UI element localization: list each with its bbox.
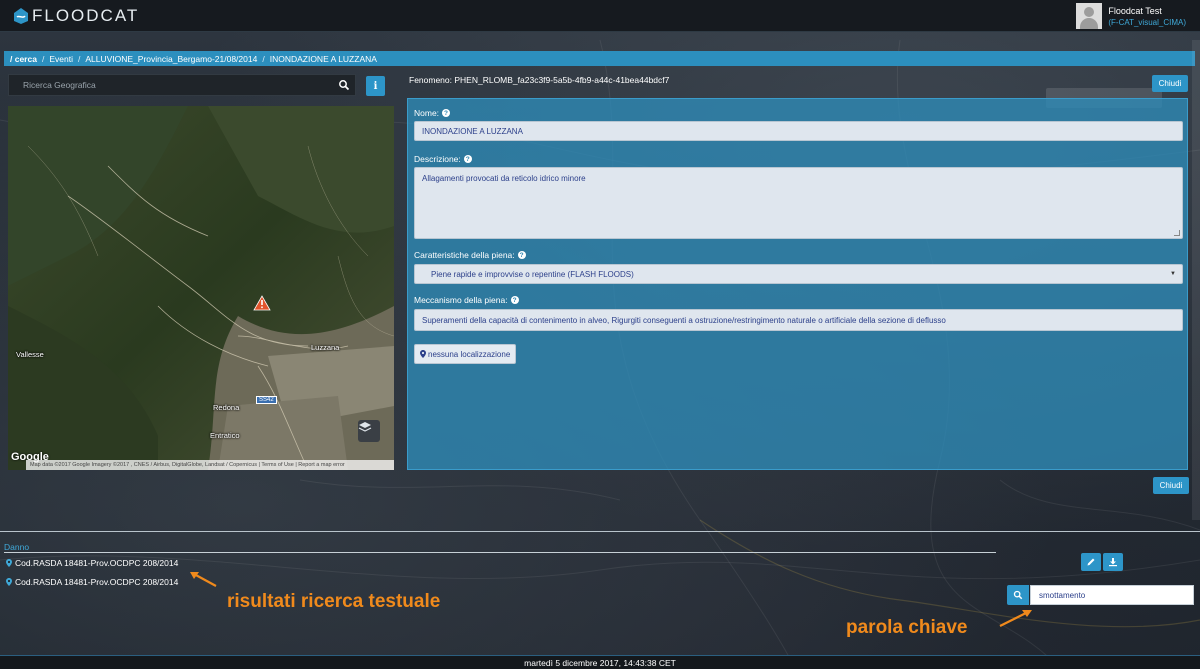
- search-icon[interactable]: [338, 79, 350, 91]
- close-button-top[interactable]: Chiudi: [1152, 75, 1188, 92]
- floodcat-logo-icon: [14, 8, 28, 24]
- breadcrumb-separator: /: [262, 53, 265, 64]
- user-menu[interactable]: Floodcat Test (F-CAT_visual_CIMA): [1076, 3, 1186, 29]
- annotation-arrow-icon: [190, 572, 217, 587]
- caratteristiche-value: Piene rapide e improvvise o repentine (F…: [431, 269, 634, 279]
- keyword-input[interactable]: smottamento: [1030, 585, 1194, 605]
- info-icon: i: [373, 80, 378, 92]
- annotation-keyword: parola chiave: [846, 617, 968, 638]
- fenomeno-id: Fenomeno: PHEN_RLOMB_fa23c3f9-5a5b-4fb9-…: [409, 75, 670, 85]
- nome-label-text: Nome:: [414, 108, 440, 118]
- danno-tab[interactable]: Danno: [4, 542, 29, 552]
- keyword-search-button[interactable]: [1007, 585, 1029, 605]
- help-icon[interactable]: ?: [517, 251, 526, 259]
- logo-text: FLOODCAT: [32, 6, 140, 25]
- caret-down-icon: ▼: [1170, 271, 1176, 277]
- pencil-icon: [1087, 558, 1095, 566]
- caratteristiche-label: Caratteristiche della piena: ?: [414, 250, 526, 260]
- meccanismo-value: Superamenti della capacità di contenimen…: [422, 315, 946, 325]
- caratteristiche-label-text: Caratteristiche della piena:: [414, 250, 515, 260]
- map-imagery: [8, 106, 394, 470]
- localizzazione-label: nessuna localizzazione: [428, 349, 511, 359]
- localizzazione-button[interactable]: nessuna localizzazione: [414, 344, 517, 364]
- user-name: Floodcat Test: [1108, 6, 1162, 16]
- list-item[interactable]: Cod.RASDA 18481-Prov.OCDPC 208/2014: [6, 577, 178, 587]
- section-divider: [0, 531, 1200, 532]
- nome-value: INONDAZIONE A LUZZANA: [422, 126, 523, 136]
- search-icon: [1013, 590, 1023, 600]
- avatar[interactable]: [1076, 3, 1103, 29]
- meccanismo-label-text: Meccanismo della piena:: [414, 295, 508, 305]
- nome-field[interactable]: INONDAZIONE A LUZZANA: [414, 121, 1183, 141]
- satellite-map[interactable]: Vallesse Luzzana Redona Entratico SS42 G…: [8, 106, 394, 470]
- meccanismo-label: Meccanismo della piena: ?: [414, 295, 519, 305]
- map-panel: Ricerca Geografica i Vallesse Luzzana Re…: [8, 74, 394, 470]
- breadcrumb-event[interactable]: ALLUVIONE_Provincia_Bergamo-21/08/2014: [85, 54, 257, 64]
- danno-underline: [4, 552, 996, 553]
- map-label-redona: Redona: [213, 403, 240, 412]
- road-shield: SS42: [256, 396, 277, 404]
- geo-search-placeholder: Ricerca Geografica: [23, 80, 96, 90]
- result-label: Cod.RASDA 18481-Prov.OCDPC 208/2014: [15, 577, 179, 587]
- meccanismo-field[interactable]: Superamenti della capacità di contenimen…: [414, 309, 1183, 331]
- caratteristiche-select[interactable]: Piene rapide e improvvise o repentine (F…: [414, 264, 1183, 284]
- download-button[interactable]: [1103, 553, 1123, 571]
- resize-handle[interactable]: [1174, 230, 1180, 236]
- descrizione-value: Allagamenti provocati da reticolo idrico…: [422, 174, 586, 183]
- map-label-vallesse: Vallesse: [16, 350, 44, 359]
- map-layers-button[interactable]: [358, 420, 380, 442]
- footer-datetime: martedì 5 dicembre 2017, 14:43:38 CET: [524, 657, 676, 668]
- edit-button[interactable]: [1081, 553, 1101, 571]
- geo-search-input[interactable]: Ricerca Geografica: [8, 74, 356, 96]
- info-button[interactable]: i: [366, 76, 385, 96]
- layers-icon: [358, 422, 372, 432]
- event-detail-form: Nome: ? INONDAZIONE A LUZZANA Descrizion…: [407, 98, 1188, 470]
- map-marker-icon: [420, 350, 426, 358]
- result-label: Cod.RASDA 18481-Prov.OCDPC 208/2014: [15, 558, 179, 568]
- breadcrumb-cerca[interactable]: / cerca: [10, 54, 37, 64]
- list-item[interactable]: Cod.RASDA 18481-Prov.OCDPC 208/2014: [6, 558, 178, 568]
- annotation-arrow-icon: [999, 610, 1032, 627]
- annotation-text-results: risultati ricerca testuale: [227, 591, 441, 612]
- breadcrumb-separator: /: [41, 53, 45, 64]
- breadcrumb-eventi[interactable]: Eventi: [49, 54, 73, 64]
- help-icon[interactable]: ?: [442, 109, 451, 117]
- breadcrumb-current: INONDAZIONE A LUZZANA: [269, 53, 377, 64]
- map-attribution[interactable]: Map data ©2017 Google Imagery ©2017 , CN…: [26, 460, 394, 470]
- descrizione-textarea[interactable]: Allagamenti provocati da reticolo idrico…: [414, 167, 1183, 239]
- keyword-value: smottamento: [1039, 590, 1086, 600]
- breadcrumb: / cerca / Eventi / ALLUVIONE_Provincia_B…: [4, 51, 1195, 66]
- close-button-bottom[interactable]: Chiudi: [1153, 477, 1189, 494]
- user-role[interactable]: (F-CAT_visual_CIMA): [1108, 18, 1186, 27]
- nome-label: Nome: ?: [414, 108, 451, 118]
- scrollbar[interactable]: [1192, 40, 1200, 520]
- map-marker-icon: [6, 578, 12, 586]
- download-icon: [1109, 558, 1117, 567]
- breadcrumb-separator: /: [77, 53, 81, 64]
- app-logo[interactable]: FLOODCAT: [12, 6, 139, 26]
- descrizione-label: Descrizione: ?: [414, 154, 472, 164]
- map-label-luzzana: Luzzana: [311, 343, 340, 352]
- app-header: FLOODCAT Floodcat Test (F-CAT_visual_CIM…: [0, 0, 1200, 32]
- map-label-entratico: Entratico: [210, 431, 240, 440]
- help-icon[interactable]: ?: [463, 155, 472, 163]
- descrizione-label-text: Descrizione:: [414, 154, 461, 164]
- map-marker-icon: [6, 559, 12, 567]
- status-bar: martedì 5 dicembre 2017, 14:43:38 CET: [0, 655, 1200, 669]
- help-icon[interactable]: ?: [510, 296, 519, 304]
